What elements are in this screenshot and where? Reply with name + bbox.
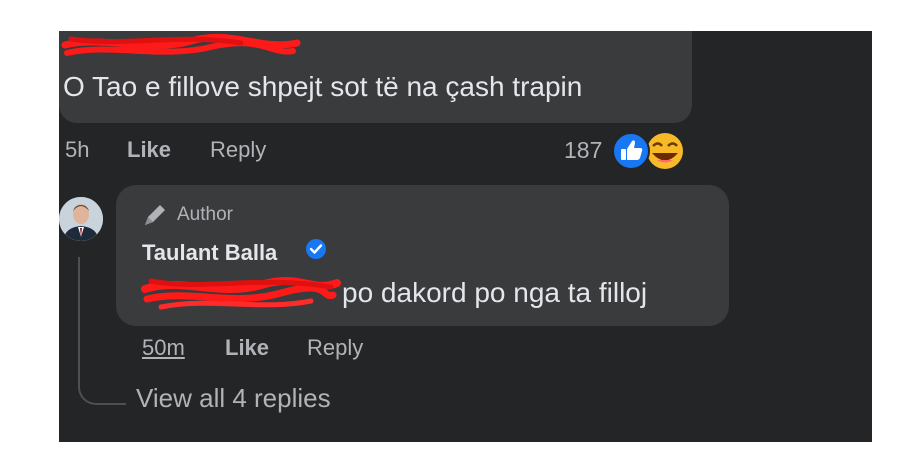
like-reaction-icon (612, 132, 650, 170)
redacted-mention (141, 277, 341, 310)
pencil-icon (145, 205, 165, 225)
reply-timestamp[interactable]: 50m (142, 335, 185, 361)
reply-text: po dakord po nga ta filloj (342, 277, 648, 308)
view-all-replies-link[interactable]: View all 4 replies (136, 383, 331, 414)
thread-connector-line (78, 257, 126, 405)
comment-text: O Tao e fillove shpejt sot të na çash tr… (63, 71, 583, 102)
comment-like-button[interactable]: Like (127, 137, 171, 163)
reply-reply-button[interactable]: Reply (307, 335, 363, 361)
comment-reply-button[interactable]: Reply (210, 137, 266, 163)
verified-badge-icon (306, 239, 326, 259)
laugh-reaction-icon (647, 133, 683, 169)
author-badge: Author (141, 203, 233, 229)
reaction-count[interactable]: 187 (564, 137, 602, 164)
reaction-icons[interactable] (611, 132, 691, 172)
comment-thread-panel: O Tao e fillove shpejt sot të na çash tr… (59, 31, 872, 442)
avatar[interactable] (59, 197, 103, 241)
redacted-author-name (61, 33, 301, 56)
reply-like-button[interactable]: Like (225, 335, 269, 361)
comment-timestamp[interactable]: 5h (65, 137, 89, 163)
reply-author-name[interactable]: Taulant Balla (142, 240, 277, 266)
author-badge-label: Author (177, 204, 233, 225)
